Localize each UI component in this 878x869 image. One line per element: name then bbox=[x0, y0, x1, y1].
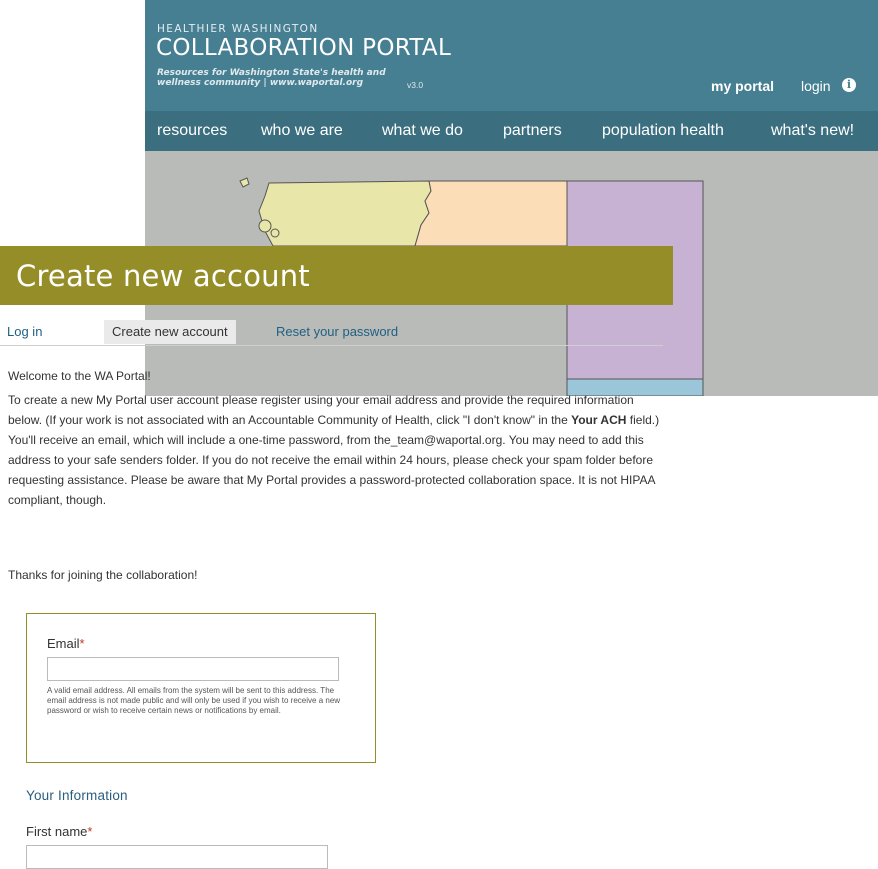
email-label: Email* bbox=[47, 636, 85, 651]
nav-item-who-we-are[interactable]: who we are bbox=[261, 122, 343, 140]
required-marker: * bbox=[79, 636, 85, 651]
nav-item-partners[interactable]: partners bbox=[503, 122, 562, 140]
tab-reset-password[interactable]: Reset your password bbox=[276, 320, 398, 344]
site-eyebrow: HEALTHIER WASHINGTON bbox=[157, 23, 319, 35]
create-account-panel: Create new account Log in Create new acc… bbox=[0, 246, 673, 346]
intro-text-bold: Your ACH bbox=[571, 413, 627, 427]
login-link[interactable]: login bbox=[801, 78, 831, 94]
nav-item-population-health[interactable]: population health bbox=[602, 122, 724, 140]
tab-create-new-account[interactable]: Create new account bbox=[104, 320, 236, 344]
account-tabs: Log in Create new account Reset your pas… bbox=[0, 320, 663, 346]
email-field[interactable] bbox=[47, 657, 339, 681]
intro-text-2: field.) You'll receive an email, which w… bbox=[8, 413, 660, 507]
your-information-heading: Your Information bbox=[26, 788, 128, 803]
page-title-bar: Create new account bbox=[0, 246, 673, 305]
my-portal-link[interactable]: my portal bbox=[711, 78, 774, 94]
email-help-text: A valid email address. All emails from t… bbox=[47, 686, 341, 715]
site-tagline: Resources for Washington State's health … bbox=[157, 68, 386, 88]
nav-item-whats-new[interactable]: what's new! bbox=[771, 122, 854, 140]
first-name-label-text: First name bbox=[26, 824, 88, 839]
welcome-text: Welcome to the WA Portal! bbox=[8, 369, 151, 383]
first-name-field[interactable] bbox=[26, 845, 328, 869]
page-title: Create new account bbox=[16, 259, 310, 293]
required-marker: * bbox=[87, 824, 93, 839]
nav-item-what-we-do[interactable]: what we do bbox=[382, 122, 463, 140]
site-version: v3.0 bbox=[407, 80, 424, 90]
intro-paragraph: To create a new My Portal user account p… bbox=[8, 390, 670, 510]
email-fieldset: Email* A valid email address. All emails… bbox=[26, 613, 376, 763]
first-name-label: First name* bbox=[26, 824, 92, 839]
main-nav: resources who we are what we do partners… bbox=[145, 111, 878, 151]
info-icon[interactable]: i bbox=[842, 78, 856, 92]
tab-log-in[interactable]: Log in bbox=[7, 320, 42, 344]
intro-text-1: To create a new My Portal user account p… bbox=[8, 393, 634, 427]
nav-item-resources[interactable]: resources bbox=[157, 122, 227, 140]
site-title[interactable]: COLLABORATION PORTAL bbox=[156, 35, 451, 61]
thanks-text: Thanks for joining the collaboration! bbox=[8, 568, 198, 582]
site-header: HEALTHIER WASHINGTON COLLABORATION PORTA… bbox=[145, 0, 878, 111]
email-label-text: Email bbox=[47, 636, 80, 651]
